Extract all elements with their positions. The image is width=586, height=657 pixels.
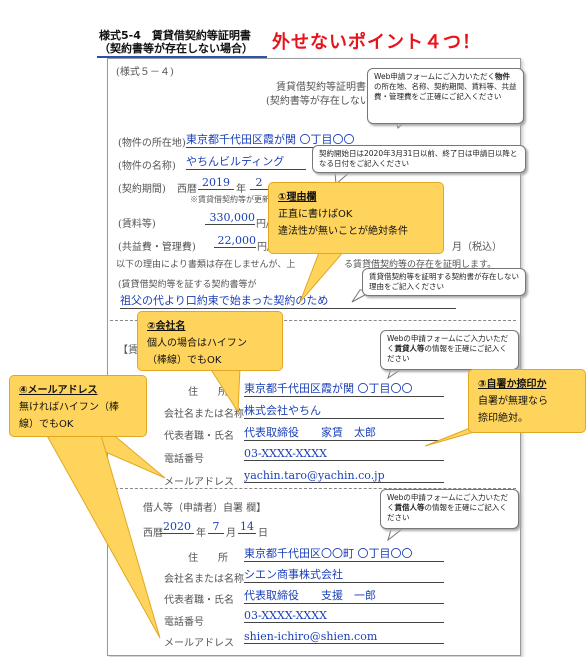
note-contract-date: 契約開始日は2020年3月31日以前、終了日は申請日以降となる日付をご記入くださ…: [312, 145, 526, 173]
callout-reason-line2: 違法性が無いことが絶対条件: [278, 226, 408, 237]
callout-email-line1: 無ければハイフン（棒: [19, 402, 119, 413]
note-lessee: Webの申請フォームにご入力いただく賃借人等の情報を正確にご記入ください: [380, 489, 519, 529]
callout-company: ②会社名 個人の場合はハイフン （棒線）でもOK: [137, 311, 283, 371]
note-property-text-1: Web申請フォームにご入力いただく: [374, 72, 495, 81]
pointer-company: [209, 367, 241, 414]
callout-email: ④メールアドレス 無ければハイフン（棒 線）でもOK: [9, 375, 147, 437]
note-lessor: Webの申請フォームにご入力いただく賃貸人等の情報を正確にご記入ください: [380, 330, 519, 370]
callout-seal: ③自署か捺印か 自署が無理なら 捺印絶対。: [468, 369, 586, 433]
callout-reason: ①理由欄 正直に書けばOK 違法性が無いことが絶対条件: [268, 182, 444, 254]
callout-email-line2: 線）でもOK: [19, 419, 74, 430]
callout-company-line1: 個人の場合はハイフン: [147, 338, 247, 349]
callout-seal-line2: 捺印絶対。: [478, 413, 528, 424]
note-property: Web申請フォームにご入力いただく物件の所在地、名称、契約期間、賃料等、共益費・…: [367, 68, 524, 124]
callout-reason-line1: 正直に書けばOK: [278, 209, 353, 220]
callout-company-title: ②会社名: [147, 321, 186, 332]
note-lessee-bold: 賃借人等: [394, 503, 425, 512]
note-property-text-2: の所在地、名称、契約期間、賃料等、共益費・管理費をご正確にご記入ください: [374, 82, 517, 101]
callout-company-line2: （棒線）でもOK: [147, 355, 222, 366]
callout-seal-line1: 自署が無理なら: [478, 396, 548, 407]
callout-seal-title: ③自署か捺印か: [478, 379, 547, 390]
callout-reason-title: ①理由欄: [278, 192, 317, 203]
pointer-reason: [299, 249, 347, 303]
note-lessor-bold: 賃貸人等: [394, 344, 425, 353]
note-property-bold: 物件: [494, 72, 510, 81]
note-reason: 賃貸借契約等を証明する契約書が存在しない理由をご記入ください: [362, 268, 526, 296]
callout-email-title: ④メールアドレス: [19, 385, 98, 396]
